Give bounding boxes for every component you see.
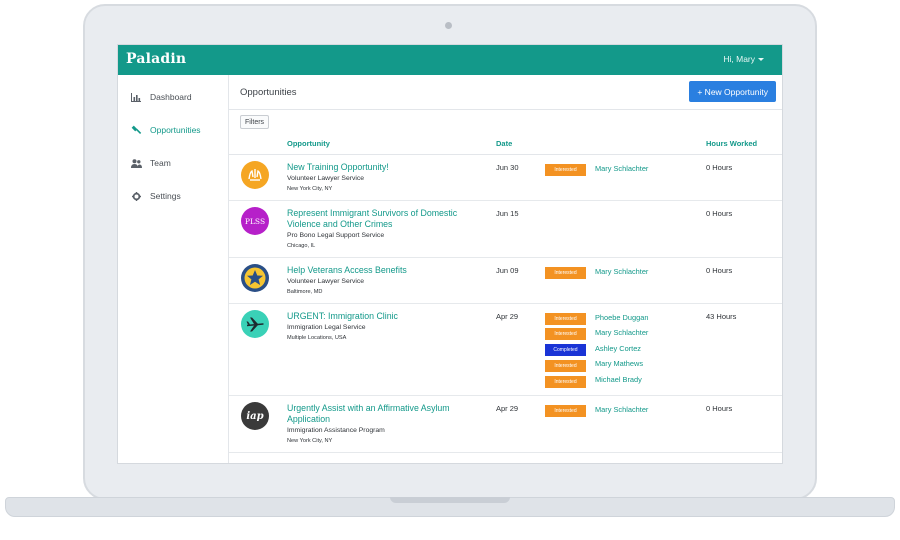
new-opportunity-button[interactable]: + New Opportunity xyxy=(689,81,776,102)
sidebar-item-opportunities[interactable]: Opportunities xyxy=(130,122,201,138)
status-badge: Interested xyxy=(545,328,586,340)
opportunity-location: Baltimore, MD xyxy=(287,289,323,295)
hours-worked: 43 Hours xyxy=(706,312,737,321)
opportunity-location: Multiple Locations, USA xyxy=(287,335,347,341)
assignee-name[interactable]: Phoebe Duggan xyxy=(595,313,648,322)
opportunity-date: Apr 29 xyxy=(496,404,519,413)
status-badge: Completed xyxy=(545,344,586,356)
gear-icon xyxy=(130,190,142,202)
star-badge-icon xyxy=(241,264,269,292)
table-row[interactable]: URGENT: Immigration Clinic Immigration L… xyxy=(229,304,782,396)
opportunity-org: Volunteer Lawyer Service xyxy=(287,278,365,285)
table-row[interactable]: Help Veterans Access Benefits Volunteer … xyxy=(229,258,782,304)
status-badge: Interested xyxy=(545,405,586,417)
assignee-name[interactable]: Michael Brady xyxy=(595,375,642,384)
page-title: Opportunities xyxy=(240,87,297,98)
assignee-name[interactable]: Mary Schlachter xyxy=(595,405,648,414)
column-header-hours[interactable]: Hours Worked xyxy=(706,139,757,148)
opportunity-org: Immigration Assistance Program xyxy=(287,427,385,434)
status-badge: Interested xyxy=(545,360,586,372)
sidebar-item-label: Settings xyxy=(150,191,181,201)
status-badge: Interested xyxy=(545,313,586,325)
caret-down-icon xyxy=(758,58,764,62)
sidebar-item-team[interactable]: Team xyxy=(130,155,171,171)
org-logo: iap xyxy=(241,402,269,430)
assignee-name[interactable]: Mary Schlachter xyxy=(595,164,648,173)
gavel-icon xyxy=(130,124,142,136)
opportunity-location: Chicago, IL xyxy=(287,243,316,249)
user-menu[interactable]: Hi, Mary xyxy=(723,54,764,64)
sidebar-item-settings[interactable]: Settings xyxy=(130,188,181,204)
hours-worked: 0 Hours xyxy=(706,209,733,218)
bar-chart-icon xyxy=(130,91,142,103)
sidebar-item-label: Team xyxy=(150,158,171,168)
table-row[interactable]: iap Urgently Assist with an Affirmative … xyxy=(229,396,782,453)
status-badge: Interested xyxy=(545,164,586,176)
opportunity-title[interactable]: URGENT: Immigration Clinic xyxy=(287,311,477,322)
opportunity-date: Jun 30 xyxy=(496,163,519,172)
sidebar: Dashboard Opportunities Team Settings xyxy=(118,75,229,463)
column-header-opportunity[interactable]: Opportunity xyxy=(287,139,330,148)
filters-button[interactable]: Filters xyxy=(240,115,270,129)
opportunity-date: Jun 09 xyxy=(496,266,519,275)
top-bar: Paladin Hi, Mary xyxy=(118,45,782,75)
opportunity-org: Pro Bono Legal Support Service xyxy=(287,232,385,239)
app-screen: Paladin Hi, Mary Dashboard Opportunities… xyxy=(117,44,783,464)
sidebar-item-label: Dashboard xyxy=(150,92,192,102)
user-greeting: Hi, Mary xyxy=(723,54,755,64)
org-logo xyxy=(241,161,269,189)
org-logo xyxy=(241,264,269,292)
brand-logo[interactable]: Paladin xyxy=(126,51,186,67)
sidebar-item-label: Opportunities xyxy=(150,125,201,135)
column-header-date[interactable]: Date xyxy=(496,139,512,148)
table-row[interactable]: New Training Opportunity! Volunteer Lawy… xyxy=(229,155,782,201)
camera-icon xyxy=(445,22,452,29)
opportunity-org: Volunteer Lawyer Service xyxy=(287,175,365,182)
laptop-notch xyxy=(390,497,510,503)
main-header: Opportunities + New Opportunity xyxy=(229,75,782,110)
sidebar-item-dashboard[interactable]: Dashboard xyxy=(130,89,192,105)
assignee-name[interactable]: Mary Schlachter xyxy=(595,328,648,337)
org-logo xyxy=(241,310,269,338)
opportunity-date: Jun 15 xyxy=(496,209,519,218)
hours-worked: 0 Hours xyxy=(706,266,733,275)
status-badge: Interested xyxy=(545,267,586,279)
status-badge: Interested xyxy=(545,376,586,388)
main-panel: Opportunities + New Opportunity Filters … xyxy=(229,75,782,463)
assignee-name[interactable]: Mary Mathews xyxy=(595,359,643,368)
opportunity-date: Apr 29 xyxy=(496,312,519,321)
opportunity-title[interactable]: Urgently Assist with an Affirmative Asyl… xyxy=(287,403,477,425)
opportunity-location: New York City, NY xyxy=(287,438,333,444)
opportunity-org: Immigration Legal Service xyxy=(287,324,366,331)
airplane-icon xyxy=(241,310,269,338)
hours-worked: 0 Hours xyxy=(706,404,733,413)
opportunity-title[interactable]: New Training Opportunity! xyxy=(287,162,477,173)
hands-icon xyxy=(241,161,269,189)
team-icon xyxy=(130,157,142,169)
org-logo: PLSS xyxy=(241,207,269,235)
assignee-name[interactable]: Mary Schlachter xyxy=(595,267,648,276)
assignee-name[interactable]: Ashley Cortez xyxy=(595,344,641,353)
hours-worked: 0 Hours xyxy=(706,163,733,172)
opportunity-location: New York City, NY xyxy=(287,186,333,192)
table-row[interactable]: PLSS Represent Immigrant Survivors of Do… xyxy=(229,201,782,258)
opportunity-title[interactable]: Represent Immigrant Survivors of Domesti… xyxy=(287,208,477,230)
opportunity-title[interactable]: Help Veterans Access Benefits xyxy=(287,265,477,276)
